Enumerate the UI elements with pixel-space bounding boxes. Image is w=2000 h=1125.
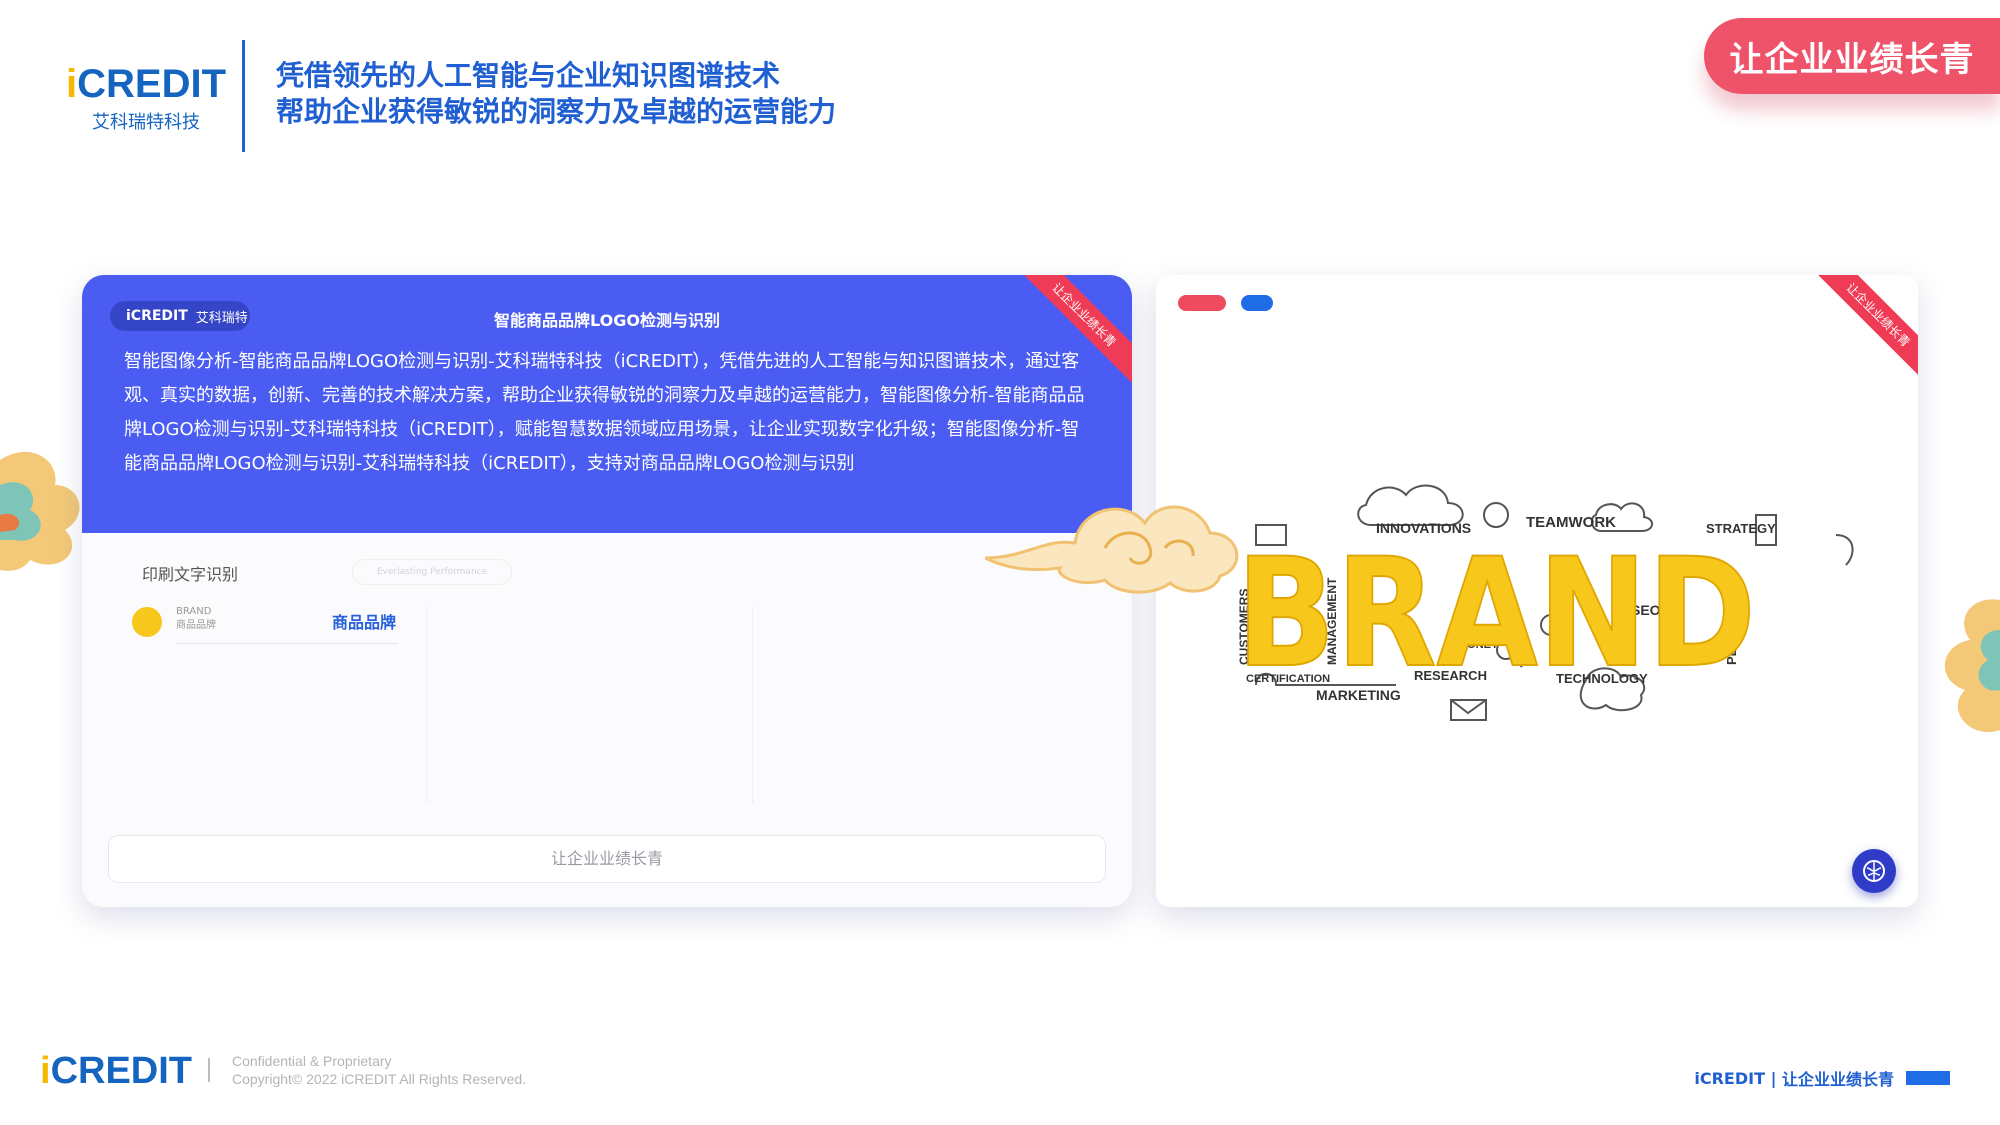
word-brand: BRAND [1236, 527, 1756, 701]
brand-word-cloud-image: INNOVATIONS TEAMWORK STRATEGY SEO MONEY … [1235, 484, 1854, 721]
result-panel: 印刷文字识别 Everlasting Performance BRAND 商品品… [82, 533, 1132, 907]
card-description: 智能图像分析-智能商品品牌LOGO检测与识别-艾科瑞特科技（iCREDIT），凭… [124, 351, 1085, 474]
decorative-cloud-center-icon [985, 505, 1239, 594]
headline-line-2: 帮助企业获得敏锐的洞察力及卓越的运营能力 [276, 95, 837, 128]
window-dot-red [1178, 295, 1226, 311]
footer-accent-bar [1906, 1071, 1950, 1085]
card-title: 智能商品品牌LOGO检测与识别 [494, 311, 720, 330]
brand-image-card: 让企业业绩长青 INNOVATIONS TEAMWORK STRATEGY SE… [1156, 275, 1918, 907]
footer-slogan: iCREDIT | 让企业业绩长青 [1694, 1066, 1950, 1090]
headline-line-1: 凭借领先的人工智能与企业知识图谱技术 [276, 59, 781, 92]
ghost-tag: Everlasting Performance [352, 559, 512, 585]
decorative-cloud-left-icon [0, 451, 80, 571]
footer-logo: iCREDIT [40, 1050, 193, 1092]
decorative-cloud-right-icon [1944, 599, 2000, 732]
row-divider [176, 643, 398, 644]
card-footer-button[interactable]: 让企业业绩长青 [108, 835, 1106, 883]
corner-ribbon: 让企业业绩长青 [1797, 275, 1918, 396]
header-divider [242, 40, 245, 152]
logo-subtitle: 艾科瑞特科技 [92, 112, 200, 133]
result-item-link[interactable]: 商品品牌 [332, 609, 396, 633]
column-divider [426, 607, 428, 803]
footer-copyright: Confidential & Proprietary Copyright© 20… [232, 1053, 527, 1087]
page-headline: 凭借领先的人工智能与企业知识图谱技术 帮助企业获得敏锐的洞察力及卓越的运营能力 [276, 58, 836, 130]
slogan-badge: 让企业业绩长青 [1704, 18, 2000, 94]
result-dot-icon [132, 607, 162, 637]
header-logo: iCREDIT 艾科瑞特科技 [66, 62, 226, 134]
brain-assistant-button[interactable] [1852, 849, 1896, 893]
brain-icon [1863, 860, 1885, 882]
logo-detection-card: iCREDIT 艾科瑞特 智能商品品牌LOGO检测与识别 智能图像分析-智能商品品… [82, 275, 1132, 907]
section-label: 印刷文字识别 [142, 565, 239, 584]
footer-separator [208, 1058, 210, 1082]
card-header-panel: iCREDIT 艾科瑞特 智能商品品牌LOGO检测与识别 智能图像分析-智能商品品… [82, 275, 1132, 533]
result-item-meta: BRAND 商品品牌 [176, 606, 216, 631]
column-divider [752, 607, 754, 803]
logo-wordmark: iCREDIT [66, 62, 227, 106]
window-dot-blue [1241, 295, 1273, 311]
